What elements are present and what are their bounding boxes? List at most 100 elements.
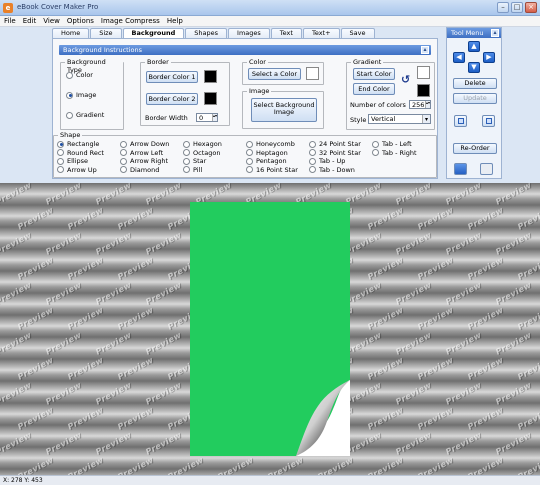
shape-option[interactable]: Tab - Down bbox=[309, 166, 355, 174]
move-up-arrow-icon[interactable]: ▲ bbox=[468, 41, 480, 52]
radio-dot bbox=[246, 166, 253, 173]
preview-watermark: Preview bbox=[416, 405, 456, 432]
tab-images[interactable]: Images bbox=[228, 28, 270, 38]
shape-option-label: Pentagon bbox=[256, 157, 287, 165]
shape-option[interactable]: Ellipse bbox=[57, 157, 88, 165]
shape-option[interactable]: Tab - Right bbox=[372, 149, 417, 157]
status-bar: X: 278 Y: 453 bbox=[0, 475, 540, 485]
close-button[interactable]: × bbox=[525, 2, 537, 13]
border-width-stepper[interactable]: 0 ▴▾ bbox=[196, 113, 218, 122]
preview-watermark: Preview bbox=[366, 455, 406, 475]
minimize-button[interactable]: – bbox=[497, 2, 509, 13]
start-color-button[interactable]: Start Color bbox=[353, 68, 395, 80]
update-button[interactable]: Update bbox=[453, 93, 497, 104]
preview-watermark: Preview bbox=[44, 430, 84, 457]
collapse-icon[interactable]: ▴ bbox=[491, 29, 499, 37]
shape-option[interactable]: Round Rect bbox=[57, 149, 104, 157]
move-down-arrow-icon[interactable]: ▼ bbox=[468, 62, 480, 73]
shape-option[interactable]: Tab - Up bbox=[309, 157, 345, 165]
tab-background[interactable]: Background bbox=[122, 28, 185, 38]
chevron-down-icon[interactable]: ▾ bbox=[422, 115, 430, 123]
style-select-value: Vertical bbox=[371, 115, 396, 123]
tab-shapes[interactable]: Shapes bbox=[185, 28, 228, 38]
preview-watermark: Preview bbox=[44, 183, 84, 207]
collapse-icon[interactable]: ▴ bbox=[421, 46, 429, 54]
style-select[interactable]: Vertical ▾ bbox=[368, 114, 431, 124]
spinner-arrows-icon[interactable]: ▴▾ bbox=[425, 101, 430, 108]
re-order-button[interactable]: Re-Order bbox=[453, 143, 497, 154]
preview-watermark: Preview bbox=[144, 330, 184, 357]
menu-file[interactable]: File bbox=[4, 17, 16, 25]
shape-option[interactable]: Hexagon bbox=[183, 140, 222, 148]
shape-option[interactable]: Honeycomb bbox=[246, 140, 295, 148]
shape-option[interactable]: Pill bbox=[183, 166, 202, 174]
shape-option[interactable]: Arrow Right bbox=[120, 157, 168, 165]
tab-text-plus[interactable]: Text+ bbox=[302, 28, 340, 38]
select-color-button[interactable]: Select a Color bbox=[248, 68, 301, 80]
number-of-colors-stepper[interactable]: 256 ▴▾ bbox=[409, 100, 431, 109]
border-color-2-button[interactable]: Border Color 2 bbox=[146, 93, 198, 105]
undo-icon[interactable] bbox=[454, 163, 467, 175]
fit-page-icon[interactable] bbox=[482, 115, 495, 127]
preview-watermark: Preview bbox=[344, 280, 384, 307]
shape-option[interactable]: Rectangle bbox=[57, 140, 99, 148]
radio-gradient[interactable]: Gradient bbox=[66, 111, 104, 119]
end-color-swatch[interactable] bbox=[417, 84, 430, 97]
shape-option-label: 24 Point Star bbox=[319, 140, 361, 148]
preview-watermark: Preview bbox=[494, 183, 534, 207]
shape-option[interactable]: Arrow Down bbox=[120, 140, 169, 148]
tool-menu-panel: Tool Menu ▴ ▲ ◀ ▶ ▼ Delete Update Re-Ord… bbox=[446, 27, 502, 179]
fit-width-icon[interactable] bbox=[454, 115, 467, 127]
shape-option[interactable]: Pentagon bbox=[246, 157, 287, 165]
tab-home[interactable]: Home bbox=[52, 28, 90, 38]
redo-icon[interactable] bbox=[480, 163, 493, 175]
menu-options[interactable]: Options bbox=[67, 17, 94, 25]
radio-label: Color bbox=[76, 71, 93, 79]
move-left-arrow-icon[interactable]: ◀ bbox=[453, 52, 465, 63]
preview-watermark: Preview bbox=[416, 305, 456, 332]
border-group: Border Border Color 1 Border Color 2 Bor… bbox=[140, 58, 230, 126]
radio-color[interactable]: Color bbox=[66, 71, 93, 79]
tab-save[interactable]: Save bbox=[340, 28, 375, 38]
shape-option[interactable]: 32 Point Star bbox=[309, 149, 361, 157]
border-color-1-swatch[interactable] bbox=[204, 70, 217, 83]
radio-image[interactable]: Image bbox=[66, 91, 96, 99]
menu-edit[interactable]: Edit bbox=[23, 17, 37, 25]
shape-option[interactable]: 24 Point Star bbox=[309, 140, 361, 148]
image-legend: Image bbox=[247, 87, 272, 95]
end-color-button[interactable]: End Color bbox=[353, 83, 395, 95]
menu-view[interactable]: View bbox=[43, 17, 60, 25]
select-background-image-button[interactable]: Select Background Image bbox=[251, 98, 317, 122]
shape-option[interactable]: Arrow Left bbox=[120, 149, 163, 157]
tab-text[interactable]: Text bbox=[270, 28, 302, 38]
preview-watermark: Preview bbox=[16, 205, 56, 232]
shape-option[interactable]: Star bbox=[183, 157, 206, 165]
menu-help[interactable]: Help bbox=[167, 17, 183, 25]
color-swatch[interactable] bbox=[306, 67, 319, 80]
spinner-arrows-icon[interactable]: ▴▾ bbox=[212, 114, 217, 121]
shape-option-label: Arrow Up bbox=[67, 165, 97, 174]
shape-option[interactable]: Tab - Left bbox=[372, 140, 412, 148]
preview-watermark: Preview bbox=[16, 355, 56, 382]
move-right-arrow-icon[interactable]: ▶ bbox=[483, 52, 495, 63]
shape-option-label: Pill bbox=[193, 165, 203, 174]
shape-option[interactable]: Arrow Up bbox=[57, 166, 97, 174]
start-color-swatch[interactable] bbox=[417, 66, 430, 79]
tab-size[interactable]: Size bbox=[90, 28, 122, 38]
title-bar: e eBook Cover Maker Pro – □ × bbox=[0, 0, 540, 16]
delete-button[interactable]: Delete bbox=[453, 78, 497, 89]
shape-option[interactable]: Heptagon bbox=[246, 149, 288, 157]
cursor-coordinates: X: 278 Y: 453 bbox=[3, 477, 43, 484]
preview-watermark: Preview bbox=[144, 183, 184, 207]
border-color-2-swatch[interactable] bbox=[204, 92, 217, 105]
shape-option[interactable]: Octagon bbox=[183, 149, 220, 157]
border-color-1-button[interactable]: Border Color 1 bbox=[146, 71, 198, 83]
shape-option[interactable]: 16 Point Star bbox=[246, 166, 298, 174]
preview-canvas[interactable]: Preview Preview Preview Preview Preview Previ… bbox=[0, 183, 540, 475]
preview-watermark: Preview bbox=[466, 205, 506, 232]
shape-option[interactable]: Diamond bbox=[120, 166, 159, 174]
menu-image-compress[interactable]: Image Compress bbox=[101, 17, 160, 25]
maximize-button[interactable]: □ bbox=[511, 2, 523, 13]
preview-watermark: Preview bbox=[116, 255, 156, 282]
ebook-cover[interactable] bbox=[190, 202, 350, 456]
